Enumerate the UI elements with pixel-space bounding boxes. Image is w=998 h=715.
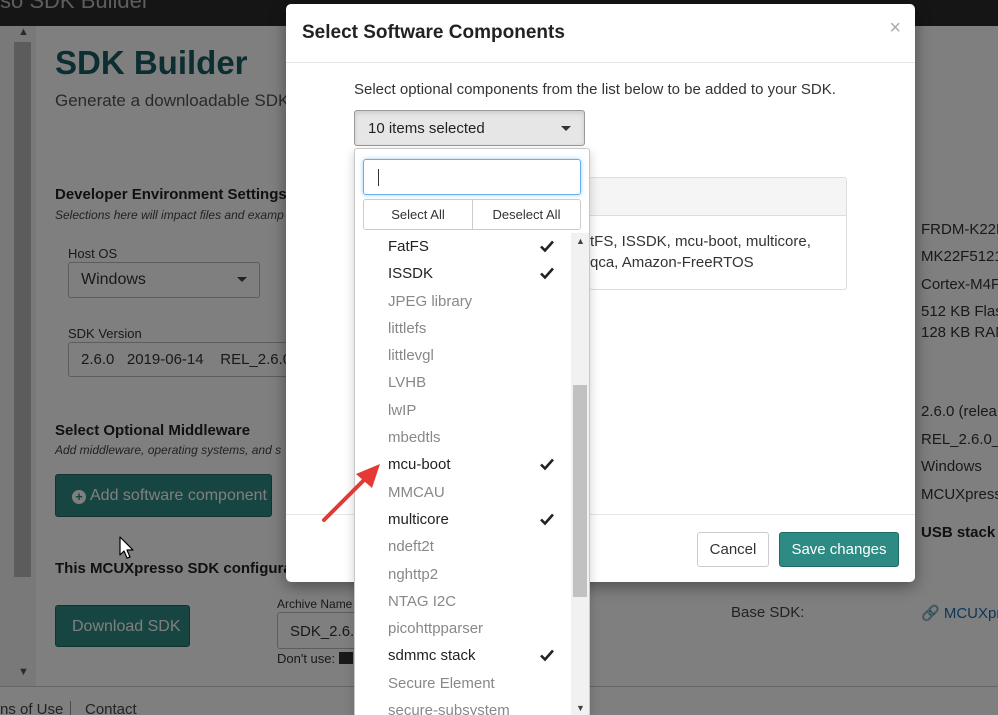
dropdown-option[interactable]: picohttpparser: [355, 615, 573, 642]
checkmark-icon: [540, 240, 554, 253]
cancel-button[interactable]: Cancel: [697, 532, 769, 567]
selected-components-list: tFS, ISSDK, mcu-boot, multicore, qca, Am…: [590, 231, 846, 273]
dropdown-option[interactable]: littlefs: [355, 315, 573, 342]
selected-line-2: qca, Amazon-FreeRTOS: [590, 254, 754, 271]
dropdown-option[interactable]: Secure Element: [355, 670, 573, 697]
dropdown-option-label: NTAG I2C: [388, 592, 457, 610]
dropdown-option-label: littlevgl: [388, 347, 434, 365]
dropdown-option[interactable]: nghttp2: [355, 561, 573, 588]
checkmark-icon: [540, 459, 554, 471]
dropdown-option[interactable]: FatFS: [355, 233, 573, 260]
checkmark-icon: [540, 650, 554, 662]
dropdown-option[interactable]: ndeft2t: [355, 533, 573, 560]
dropdown-option-label: JPEG library: [388, 292, 473, 310]
dropdown-option-label: lwIP: [388, 401, 417, 419]
red-annotation-arrow-icon: [322, 464, 380, 522]
selected-line-1: tFS, ISSDK, mcu-boot, multicore,: [590, 233, 811, 250]
modal-header-divider: [286, 62, 915, 63]
dropdown-option-label: ndeft2t: [388, 538, 434, 556]
dropdown-search-input[interactable]: [363, 159, 581, 195]
close-icon[interactable]: ×: [889, 18, 901, 38]
dropdown-option-label: Secure Element: [388, 674, 495, 692]
dropdown-option[interactable]: NTAG I2C: [355, 588, 573, 615]
dropdown-option-label: mcu-boot: [388, 456, 451, 474]
dropdown-option[interactable]: sdmmc stack: [355, 642, 573, 669]
checkmark-icon: [540, 513, 554, 526]
dropdown-option-label: nghttp2: [388, 565, 439, 583]
dropdown-option-label: sdmmc stack: [388, 647, 476, 665]
modal-title: Select Software Components: [302, 22, 565, 43]
mouse-pointer-icon: [119, 536, 134, 559]
multiselect-label: 10 items selected: [368, 120, 485, 137]
dropdown-actions: Select All Deselect All: [363, 199, 581, 230]
dropdown-option-label: picohttpparser: [388, 620, 484, 638]
dropdown-scrollbar-thumb[interactable]: [573, 385, 587, 597]
panel-heading: [590, 178, 846, 216]
modal-instruction: Select optional components from the list…: [354, 81, 836, 98]
scroll-up-icon[interactable]: ▲: [576, 236, 585, 246]
caret-down-icon: [561, 126, 571, 131]
dropdown-option[interactable]: LVHB: [355, 369, 573, 396]
dropdown-option-label: LVHB: [388, 374, 427, 392]
select-all-button[interactable]: Select All: [364, 200, 472, 229]
checkmark-icon: [540, 267, 554, 280]
dropdown-option[interactable]: secure-subsystem: [355, 697, 573, 715]
text-cursor: [378, 169, 379, 186]
dropdown-option-label: MMCAU: [388, 483, 445, 501]
dropdown-option-label: mbedtls: [388, 429, 441, 447]
dropdown-option-label: littlefs: [388, 319, 427, 337]
dropdown-option[interactable]: ISSDK: [355, 260, 573, 287]
save-changes-button[interactable]: Save changes: [779, 532, 899, 567]
dropdown-option[interactable]: JPEG library: [355, 288, 573, 315]
dropdown-option[interactable]: mbedtls: [355, 424, 573, 451]
dropdown-option-label: secure-subsystem: [388, 702, 510, 715]
dropdown-option-label: multicore: [388, 510, 449, 528]
dropdown-option-label: FatFS: [388, 238, 429, 255]
dropdown-scrollbar[interactable]: ▲ ▼: [571, 233, 589, 715]
dropdown-option[interactable]: littlevgl: [355, 342, 573, 369]
dropdown-option-label: ISSDK: [388, 265, 434, 283]
deselect-all-button[interactable]: Deselect All: [472, 200, 580, 229]
components-dropdown: Select All Deselect All FatFS ISSDK JPEG l…: [354, 148, 590, 715]
dropdown-option[interactable]: lwIP: [355, 397, 573, 424]
scroll-down-icon[interactable]: ▼: [576, 703, 585, 713]
selected-components-panel: tFS, ISSDK, mcu-boot, multicore, qca, Am…: [589, 177, 847, 290]
components-multiselect[interactable]: 10 items selected: [354, 110, 585, 146]
